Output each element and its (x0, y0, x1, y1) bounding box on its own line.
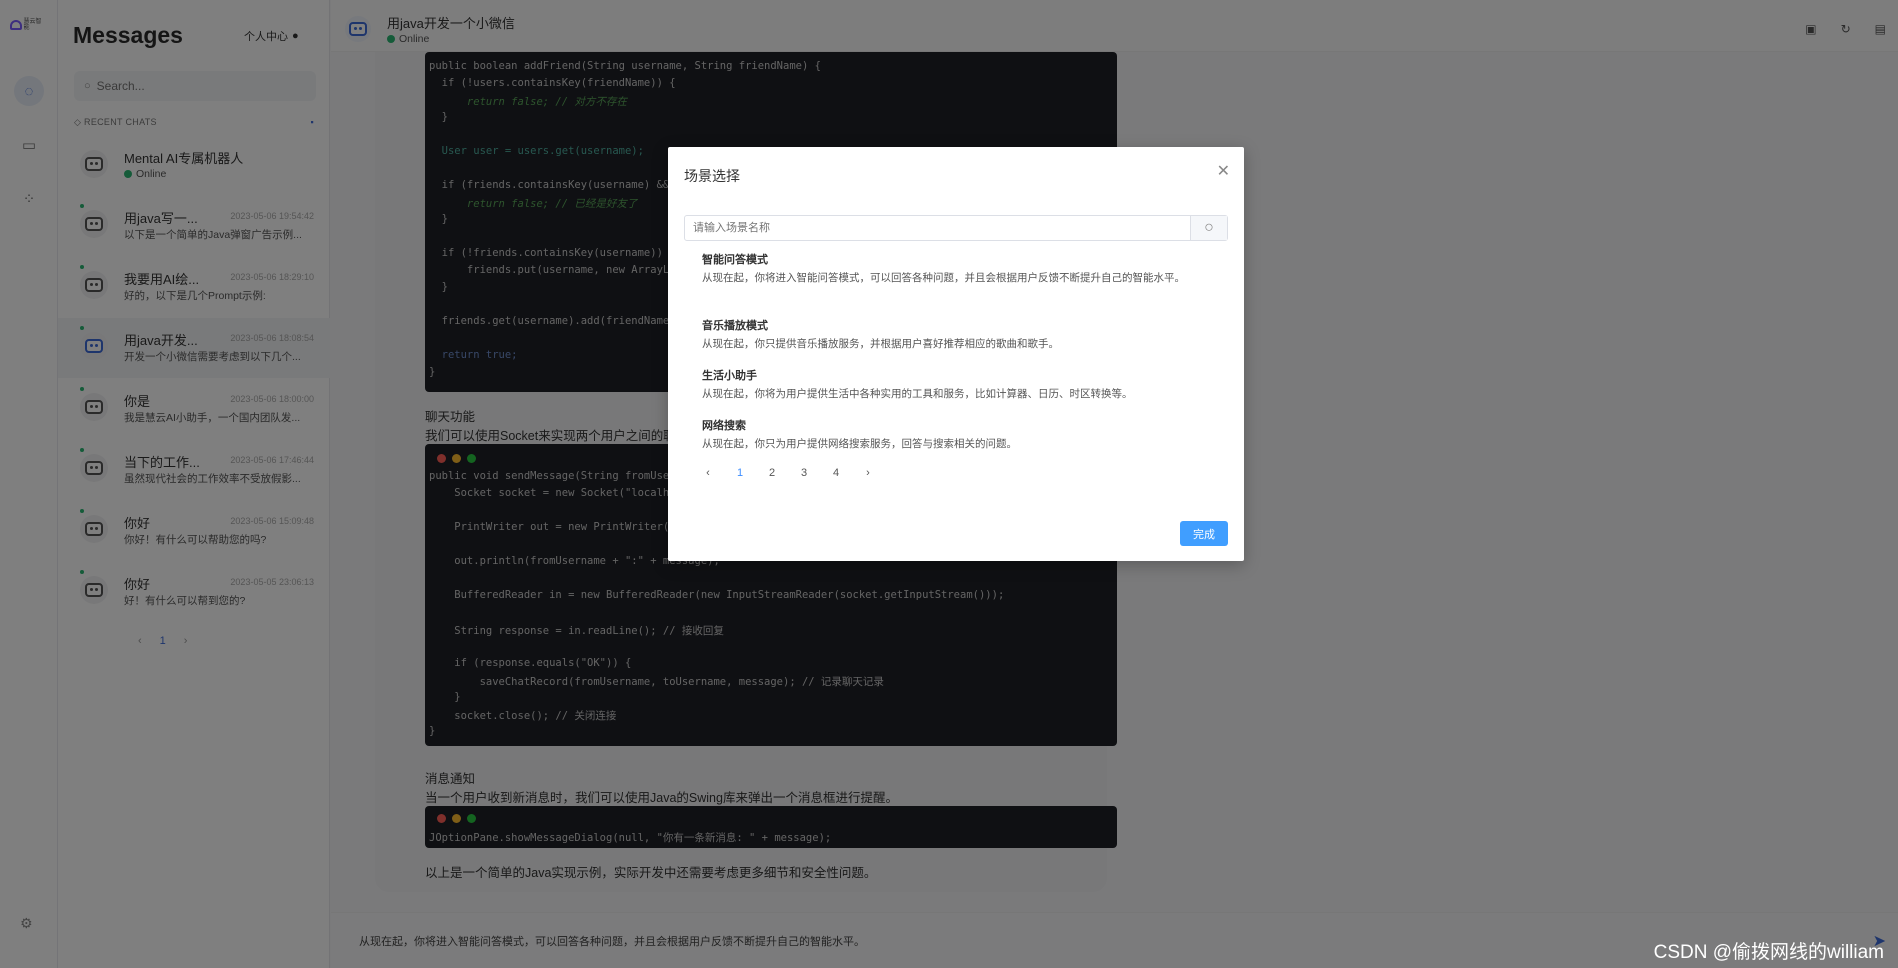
scene-desc: 从现在起，你只提供音乐播放服务，并根据用户喜好推荐相应的歌曲和歌手。 (702, 338, 1059, 350)
watermark: CSDN @偷拨网线的william (1653, 942, 1884, 963)
scene-desc: 从现在起，你将进入智能问答模式，可以回答各种问题，并且会根据用户反馈不断提升自己… (702, 272, 1185, 284)
scene-item-music[interactable]: 音乐播放模式 从现在起，你只提供音乐播放服务，并根据用户喜好推荐相应的歌曲和歌手… (702, 317, 1202, 352)
scene-title: 生活小助手 (702, 370, 757, 382)
pager-page-1[interactable]: 1 (724, 467, 756, 479)
dialog-title: 场景选择 (684, 168, 740, 184)
pager-page-2[interactable]: 2 (756, 467, 788, 479)
done-button[interactable]: 完成 (1180, 521, 1228, 546)
scene-desc: 从现在起，你将为用户提供生活中各种实用的工具和服务，比如计算器、日历、时区转换等… (702, 388, 1133, 400)
pager-next-button[interactable]: › (852, 467, 884, 479)
pager-page-3[interactable]: 3 (788, 467, 820, 479)
scene-item-qa[interactable]: 智能问答模式 从现在起，你将进入智能问答模式，可以回答各种问题，并且会根据用户反… (702, 251, 1202, 286)
scene-item-life-assistant[interactable]: 生活小助手 从现在起，你将为用户提供生活中各种实用的工具和服务，比如计算器、日历… (702, 367, 1202, 402)
pager-page-4[interactable]: 4 (820, 467, 852, 479)
scene-title: 音乐播放模式 (702, 320, 768, 332)
scene-search-box: ○ (684, 215, 1228, 241)
scene-title: 智能问答模式 (702, 254, 768, 266)
close-icon[interactable]: ✕ (1217, 161, 1230, 181)
scene-search-input[interactable] (685, 216, 1190, 240)
scene-pagination: ‹ 1 2 3 4 › (692, 467, 884, 479)
scene-title: 网络搜索 (702, 420, 746, 432)
search-icon[interactable]: ○ (1190, 216, 1227, 240)
pager-prev-button[interactable]: ‹ (692, 467, 724, 479)
scene-desc: 从现在起，你只为用户提供网络搜索服务，回答与搜索相关的问题。 (702, 438, 1017, 450)
scene-select-dialog: 场景选择 ✕ ○ 智能问答模式 从现在起，你将进入智能问答模式，可以回答各种问题… (668, 147, 1244, 561)
scene-item-web-search[interactable]: 网络搜索 从现在起，你只为用户提供网络搜索服务，回答与搜索相关的问题。 (702, 417, 1202, 452)
